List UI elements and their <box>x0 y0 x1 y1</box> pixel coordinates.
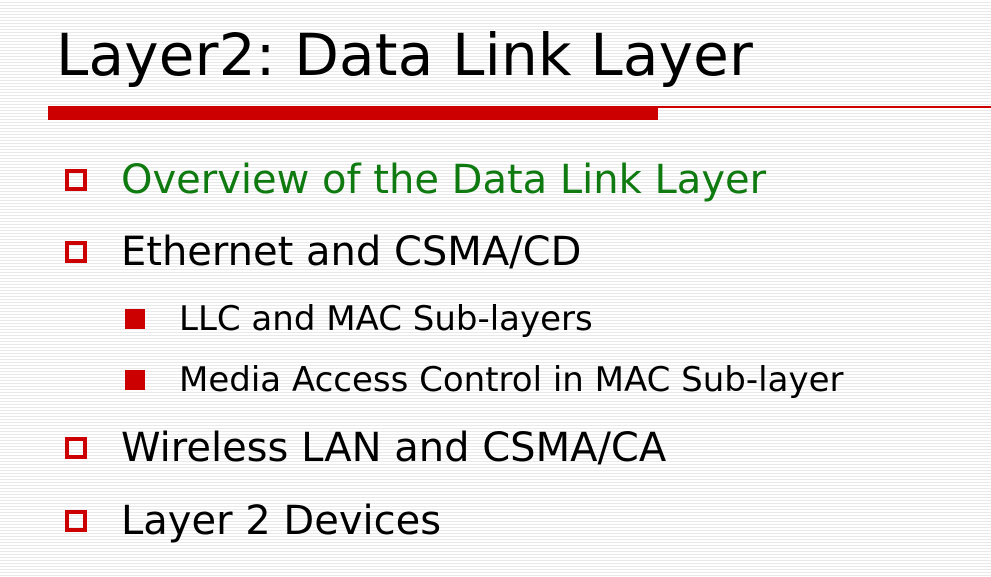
bullet-text: Wireless LAN and CSMA/CA <box>121 425 667 471</box>
sub-bullet-llc-mac: LLC and MAC Sub-layers <box>125 298 593 340</box>
bullet-layer2-devices: Layer 2 Devices <box>65 496 441 546</box>
hollow-square-bullet-icon <box>65 510 87 532</box>
hollow-square-bullet-icon <box>65 241 87 263</box>
sub-bullet-media-access: Media Access Control in MAC Sub-layer <box>125 359 843 401</box>
hollow-square-bullet-icon <box>65 437 87 459</box>
hollow-square-bullet-icon <box>65 169 87 191</box>
filled-square-bullet-icon <box>125 370 145 390</box>
bullet-text: Layer 2 Devices <box>121 498 442 544</box>
filled-square-bullet-icon <box>125 309 145 329</box>
bullet-overview: Overview of the Data Link Layer <box>65 155 766 205</box>
bullet-ethernet: Ethernet and CSMA/CD <box>65 227 581 277</box>
slide-title: Layer2: Data Link Layer <box>56 21 754 89</box>
bullet-wireless: Wireless LAN and CSMA/CA <box>65 423 666 473</box>
title-underline-thick <box>48 106 658 120</box>
bullet-text: Ethernet and CSMA/CD <box>121 229 582 275</box>
bullet-text: Overview of the Data Link Layer <box>121 157 767 203</box>
bullet-text: Media Access Control in MAC Sub-layer <box>179 360 844 400</box>
bullet-text: LLC and MAC Sub-layers <box>179 299 593 339</box>
title-underline-thin <box>658 106 991 108</box>
